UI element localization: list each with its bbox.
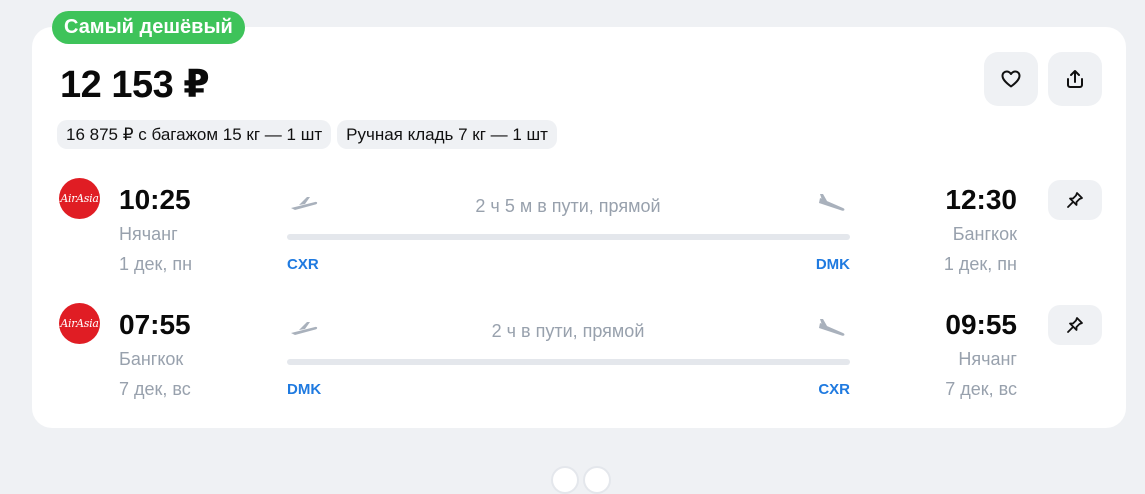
share-button[interactable] [1048,52,1102,106]
baggage-chip[interactable]: 16 875 ₽ с багажом 15 кг — 1 шт [57,120,332,149]
landing-icon [819,319,845,336]
departure-date: 1 дек, пн [119,254,193,274]
landing-icon [819,194,845,211]
share-icon [1067,70,1083,88]
arrival-city: Нячанг [958,349,1017,369]
avatar [551,466,579,494]
flight-duration: 2 ч в пути, прямой [491,321,645,341]
flight-leg-return[interactable]: AirAsia 07:55 Бангкок 7 дек, вс 2 ч в пу… [0,303,1145,403]
arrival-airport-code[interactable]: DMK [816,256,850,273]
cheapest-badge: Самый дешёвый [52,11,245,44]
departure-time: 07:55 [119,309,191,340]
arrival-airport-code[interactable]: CXR [818,381,850,398]
route-line [287,359,850,365]
departure-date: 7 дек, вс [119,379,191,399]
arrival-date: 1 дек, пн [943,254,1017,274]
takeoff-icon [291,197,318,210]
ticket-price: 12 153 ₽ [60,64,210,106]
pin-button[interactable] [1048,305,1102,345]
ticket-actions [984,52,1102,106]
airline-logo: AirAsia [59,303,100,344]
avatar [583,466,611,494]
heart-icon [1001,70,1021,88]
hand-luggage-chip: Ручная кладь 7 кг — 1 шт [337,120,557,149]
departure-time: 10:25 [119,184,191,215]
next-card-peek [551,466,613,494]
arrival-city: Бангкок [952,224,1017,244]
arrival-date: 7 дек, вс [945,379,1017,399]
departure-city: Нячанг [119,224,178,244]
route-line [287,234,850,240]
pin-icon [1067,317,1083,333]
airline-logo: AirAsia [59,178,100,219]
flight-duration: 2 ч 5 м в пути, прямой [475,196,661,216]
departure-airport-code[interactable]: CXR [287,256,319,273]
departure-airport-code[interactable]: DMK [287,381,321,398]
departure-city: Бангкок [119,349,184,369]
flight-leg-outbound[interactable]: AirAsia 10:25 Нячанг 1 дек, пн 2 ч 5 м в… [0,178,1145,278]
arrival-time: 12:30 [945,184,1017,215]
favorite-button[interactable] [984,52,1038,106]
pin-icon [1067,192,1083,208]
fare-options: 16 875 ₽ с багажом 15 кг — 1 шт Ручная к… [57,120,557,149]
takeoff-icon [291,322,318,335]
pin-button[interactable] [1048,180,1102,220]
arrival-time: 09:55 [945,309,1017,340]
